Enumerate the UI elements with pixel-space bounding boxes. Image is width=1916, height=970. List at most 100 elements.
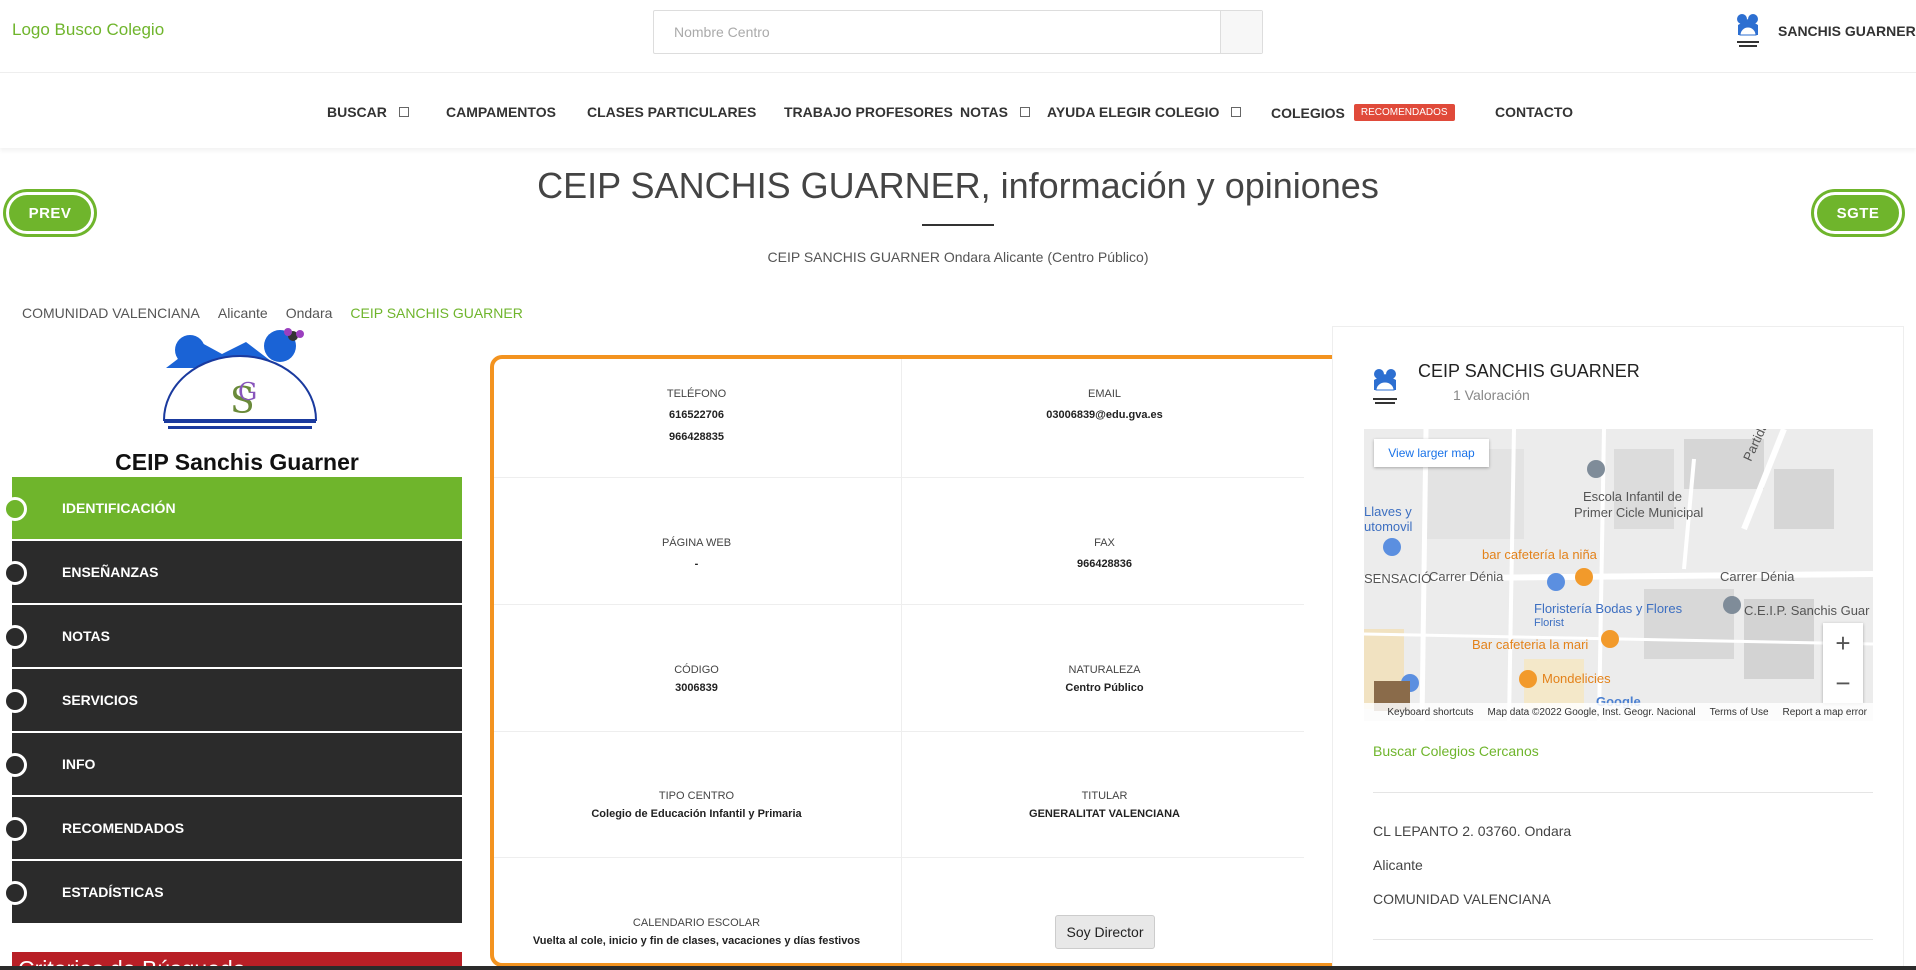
- school-info-grid: TELÉFONO 616522706 966428835 EMAIL 03006…: [490, 355, 1350, 967]
- breadcrumb-item[interactable]: Alicante: [218, 305, 268, 321]
- user-name[interactable]: SANCHIS GUARNER: [1778, 23, 1916, 39]
- naturaleza-cell: NATURALEZA Centro Público: [902, 664, 1307, 696]
- fax-value: 966428836: [1076, 558, 1133, 570]
- sidebar-item-label: IDENTIFICACIÓN: [62, 500, 176, 516]
- bullet-icon: [3, 881, 27, 905]
- row-divider: [494, 731, 1304, 732]
- bullet-icon: [3, 561, 27, 585]
- nav-item-label: COLEGIOS: [1271, 104, 1345, 121]
- dropdown-icon: [1231, 107, 1242, 117]
- school-logo: S G: [160, 328, 320, 436]
- dropdown-icon: [398, 107, 409, 117]
- sidebar-item-label: ESTADÍSTICAS: [62, 884, 164, 900]
- nav-item-notas[interactable]: NOTAS: [960, 104, 1030, 120]
- sidebar-item-estadisticas[interactable]: ESTADÍSTICAS: [3, 861, 462, 923]
- page-subtitle: CEIP SANCHIS GUARNER Ondara Alicante (Ce…: [767, 249, 1149, 265]
- codigo-label: CÓDIGO: [674, 664, 719, 676]
- calendario-cell: CALENDARIO ESCOLAR Vuelta al cole, inici…: [494, 917, 899, 949]
- map-label-automovil: utomovil: [1364, 519, 1413, 534]
- breadcrumb-current[interactable]: CEIP SANCHIS GUARNER: [350, 305, 522, 321]
- bullet-icon: [3, 753, 27, 777]
- breadcrumb-item[interactable]: Ondara: [286, 305, 333, 321]
- sidebar-item-label: SERVICIOS: [62, 692, 138, 708]
- sidebar-item-identificacion[interactable]: IDENTIFICACIÓN: [3, 477, 462, 539]
- school-summary-card: CEIP SANCHIS GUARNER 1 Valoración View l…: [1332, 326, 1904, 970]
- map-label-carrer-denia-2: Carrer Dénia: [1720, 569, 1795, 584]
- sidebar-item-label: RECOMENDADOS: [62, 820, 185, 836]
- terms-of-use-link[interactable]: Terms of Use: [1710, 707, 1769, 718]
- keyboard-shortcuts-link[interactable]: Keyboard shortcuts: [1387, 707, 1473, 718]
- nav-item-label: CAMPAMENTOS: [446, 104, 556, 120]
- sidebar-menu: IDENTIFICACIÓN ENSEÑANZAS NOTAS SERVICIO…: [3, 477, 462, 925]
- titular-label: TITULAR: [1081, 790, 1128, 802]
- address-street: CL LEPANTO 2. 03760. Ondara: [1373, 823, 1572, 839]
- map-zoom-control: + −: [1823, 623, 1863, 703]
- fax-cell: FAX 966428836: [902, 537, 1307, 575]
- nav-item-campamentos[interactable]: CAMPAMENTOS: [446, 104, 556, 120]
- email-cell: EMAIL 03006839@edu.gva.es: [902, 388, 1307, 426]
- titular-value: GENERALITAT VALENCIANA: [1029, 808, 1180, 820]
- site-logo[interactable]: Logo Busco Colegio: [12, 20, 164, 40]
- map-label-bar-nina: bar cafetería la niña: [1482, 547, 1597, 562]
- school-logo-small: [1367, 365, 1403, 409]
- bullet-icon: [3, 625, 27, 649]
- report-map-error-link[interactable]: Report a map error: [1783, 707, 1867, 718]
- search-button[interactable]: [1220, 11, 1262, 53]
- nav-item-buscar[interactable]: BUSCAR: [327, 104, 409, 120]
- page-title: CEIP SANCHIS GUARNER, información y opin…: [537, 165, 1379, 206]
- user-menu[interactable]: SANCHIS GUARNER: [1732, 10, 1916, 52]
- nav-item-colegios[interactable]: COLEGIOS RECOMENDADOS: [1271, 104, 1455, 121]
- view-larger-map-link[interactable]: View larger map: [1374, 439, 1489, 467]
- sidebar-item-servicios[interactable]: SERVICIOS: [3, 669, 462, 731]
- web-label: PÁGINA WEB: [661, 537, 732, 549]
- sidebar-item-info[interactable]: INFO: [3, 733, 462, 795]
- map-label-bar-mari: Bar cafeteria la mari: [1472, 637, 1589, 652]
- map-label-carrer-denia: Carrer Dénia: [1429, 569, 1504, 584]
- nav-item-contacto[interactable]: CONTACTO: [1495, 104, 1573, 120]
- address-province: Alicante: [1373, 857, 1423, 873]
- next-button[interactable]: SGTE: [1814, 192, 1902, 234]
- nav-item-label: CLASES PARTICULARES: [587, 104, 757, 120]
- dropdown-icon: [1019, 107, 1030, 117]
- sidebar-item-recomendados[interactable]: RECOMENDADOS: [3, 797, 462, 859]
- avatar[interactable]: [1732, 10, 1764, 52]
- zoom-out-icon[interactable]: −: [1823, 663, 1863, 703]
- breadcrumb-item[interactable]: COMUNIDAD VALENCIANA: [22, 305, 200, 321]
- zoom-in-icon[interactable]: +: [1823, 623, 1863, 663]
- map-label-sensacio: SENSACIÓ: [1364, 571, 1432, 586]
- calendario-label: CALENDARIO ESCOLAR: [632, 917, 761, 929]
- sidebar-item-label: ENSEÑANZAS: [62, 564, 159, 580]
- nav-item-label: AYUDA ELEGIR COLEGIO: [1047, 104, 1220, 120]
- prev-button[interactable]: PREV: [6, 192, 94, 234]
- soy-director-button[interactable]: Soy Director: [1055, 915, 1155, 949]
- telefono-cell: TELÉFONO 616522706 966428835: [494, 388, 899, 448]
- main-nav: BUSCAR CAMPAMENTOS CLASES PARTICULARES T…: [0, 74, 1916, 148]
- card-title: CEIP SANCHIS GUARNER: [1418, 361, 1640, 381]
- codigo-cell: CÓDIGO 3006839: [494, 664, 899, 696]
- map-label-escuela-2: Primer Cicle Municipal: [1574, 505, 1704, 520]
- rating-count[interactable]: 1 Valoración: [1453, 387, 1530, 403]
- row-divider: [494, 604, 1304, 605]
- calendario-value[interactable]: Vuelta al cole, inicio y fin de clases, …: [494, 933, 899, 949]
- email-value[interactable]: 03006839@edu.gva.es: [902, 404, 1307, 426]
- sidebar-item-notas[interactable]: NOTAS: [3, 605, 462, 667]
- bullet-icon: [3, 497, 27, 521]
- fax-label: FAX: [1094, 537, 1115, 549]
- tipo-centro-cell: TIPO CENTRO Colegio de Educación Infanti…: [494, 790, 899, 822]
- card-divider: [1373, 939, 1873, 940]
- map-label-mondelicies: Mondelicies: [1542, 671, 1611, 686]
- telefono-label: TELÉFONO: [666, 388, 727, 400]
- map-footer: Keyboard shortcuts Map data ©2022 Google…: [1364, 703, 1873, 721]
- nav-item-clases[interactable]: CLASES PARTICULARES: [587, 104, 756, 120]
- search-input[interactable]: [654, 11, 1220, 53]
- telefono-value-2: 966428835: [668, 431, 725, 443]
- nav-item-ayuda[interactable]: AYUDA ELEGIR COLEGIO: [1047, 104, 1242, 120]
- nav-item-trabajo[interactable]: TRABAJO PROFESORES: [784, 104, 953, 120]
- title-divider: [922, 224, 994, 226]
- sidebar-item-ensenanzas[interactable]: ENSEÑANZAS: [3, 541, 462, 603]
- web-value: -: [694, 558, 699, 570]
- titular-cell: TITULAR GENERALITAT VALENCIANA: [902, 790, 1307, 822]
- nearby-schools-link[interactable]: Buscar Colegios Cercanos: [1373, 743, 1539, 759]
- map-label-escuela: Escola Infantil de: [1583, 489, 1683, 504]
- location-map[interactable]: View larger map Escola Infantil de Prime…: [1364, 429, 1873, 721]
